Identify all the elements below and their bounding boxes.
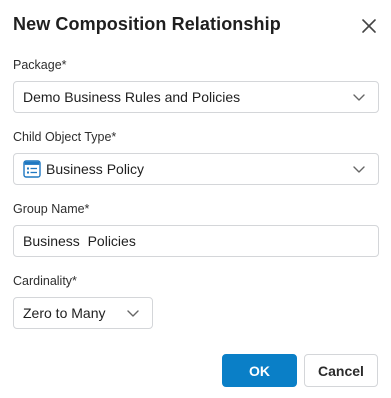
package-label: Package* bbox=[13, 58, 67, 72]
package-select[interactable]: Demo Business Rules and Policies bbox=[13, 81, 379, 113]
chevron-down-icon bbox=[353, 166, 365, 173]
chevron-down-icon bbox=[353, 94, 365, 101]
close-icon[interactable] bbox=[358, 15, 380, 37]
ok-button[interactable]: OK bbox=[222, 354, 297, 387]
composition-dialog: New Composition Relationship Package* De… bbox=[0, 0, 391, 398]
cardinality-value: Zero to Many bbox=[23, 305, 106, 321]
group-name-input[interactable] bbox=[14, 226, 378, 256]
group-name-label: Group Name* bbox=[13, 202, 90, 216]
package-value: Demo Business Rules and Policies bbox=[23, 89, 241, 105]
child-object-type-select[interactable]: Business Policy bbox=[13, 153, 379, 185]
cardinality-select[interactable]: Zero to Many bbox=[13, 297, 153, 329]
cancel-button[interactable]: Cancel bbox=[304, 354, 378, 387]
child-object-type-value: Business Policy bbox=[46, 161, 145, 177]
dialog-title: New Composition Relationship bbox=[13, 14, 281, 34]
child-object-type-label: Child Object Type* bbox=[13, 130, 117, 144]
cardinality-label: Cardinality* bbox=[13, 274, 77, 288]
chevron-down-icon bbox=[127, 310, 139, 317]
group-name-field-wrapper bbox=[13, 225, 379, 257]
